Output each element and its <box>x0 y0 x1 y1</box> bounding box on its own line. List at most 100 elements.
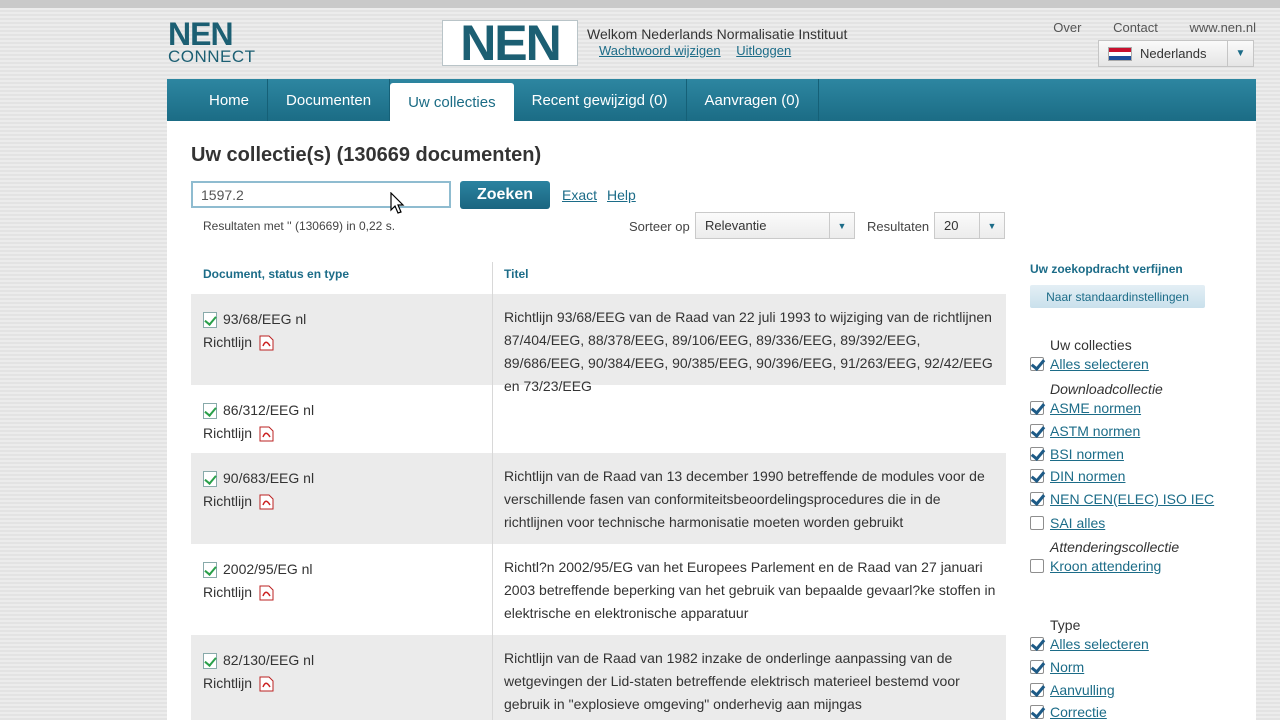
results-per-page-select[interactable]: 20 ▼ <box>934 212 1005 239</box>
document-id[interactable]: 93/68/EEG nl <box>223 308 306 331</box>
pdf-icon[interactable] <box>259 676 274 692</box>
account-links: Wachtwoord wijzigen Uitloggen <box>599 43 803 58</box>
document-type: Richtlijn <box>203 675 253 691</box>
exact-link[interactable]: Exact <box>562 187 597 203</box>
filter-link[interactable]: Norm <box>1050 659 1084 675</box>
table-row[interactable]: 82/130/EEG nl Richtlijn Richtlijn van de… <box>191 635 1006 720</box>
checkbox[interactable] <box>1030 637 1044 651</box>
table-row[interactable]: 90/683/EEG nl Richtlijn Richtlijn van de… <box>191 453 1006 544</box>
mouse-cursor-icon <box>390 192 405 214</box>
column-header-document[interactable]: Document, status en type <box>203 267 349 281</box>
filter-link[interactable]: ASTM normen <box>1050 423 1140 439</box>
document-type: Richtlijn <box>203 334 253 350</box>
document-title[interactable]: Richtlijn van de Raad van 1982 inzake de… <box>504 647 999 716</box>
checkbox[interactable] <box>1030 469 1044 483</box>
filter-norm[interactable]: Norm <box>1030 659 1084 675</box>
top-links: Over Contact www.nen.nl <box>1025 20 1256 35</box>
change-password-link[interactable]: Wachtwoord wijzigen <box>599 43 721 58</box>
filter-astm[interactable]: ASTM normen <box>1030 423 1140 439</box>
checkbox[interactable] <box>1030 660 1044 674</box>
tab-home[interactable]: Home <box>191 79 269 121</box>
document-title[interactable]: Richtl?n 2002/95/EG van het Europees Par… <box>504 556 999 625</box>
dutch-flag-icon <box>1108 46 1132 61</box>
row-doc: 2002/95/EG nl Richtlijn <box>203 558 313 604</box>
reset-defaults-button[interactable]: Naar standaardinstellingen <box>1030 285 1205 308</box>
results-per-page-value: 20 <box>944 218 959 233</box>
search-input[interactable] <box>191 181 451 208</box>
nen-logo: NEN <box>442 18 578 68</box>
language-value: Nederlands <box>1140 46 1207 61</box>
logout-link[interactable]: Uitloggen <box>736 43 791 58</box>
chevron-down-icon: ▼ <box>979 213 1004 238</box>
tab-collections[interactable]: Uw collecties <box>390 83 514 121</box>
status-valid-icon <box>203 402 217 419</box>
pdf-icon[interactable] <box>259 426 274 442</box>
page-title: Uw collectie(s) (130669 documenten) <box>191 144 542 166</box>
pdf-icon[interactable] <box>259 494 274 510</box>
status-valid-icon <box>203 470 217 487</box>
document-id[interactable]: 2002/95/EG nl <box>223 558 313 581</box>
refine-heading: Uw zoekopdracht verfijnen <box>1030 262 1183 276</box>
tab-documents[interactable]: Documenten <box>268 79 391 121</box>
document-title[interactable]: Richtlijn van de Raad van 13 december 19… <box>504 465 999 534</box>
group-label-collections: Uw collecties <box>1050 337 1132 353</box>
group-label-download: Downloadcollectie <box>1050 381 1163 397</box>
filter-link[interactable]: ASME normen <box>1050 400 1141 416</box>
column-header-title[interactable]: Titel <box>504 267 528 281</box>
filter-link[interactable]: BSI normen <box>1050 446 1124 462</box>
table-row[interactable]: 86/312/EEG nl Richtlijn <box>191 385 1006 453</box>
sort-value: Relevantie <box>705 218 767 233</box>
about-link[interactable]: Over <box>1053 20 1081 35</box>
chevron-down-icon: ▼ <box>829 213 854 238</box>
logo-subtext: CONNECT <box>168 47 256 66</box>
website-link[interactable]: www.nen.nl <box>1190 20 1256 35</box>
checkbox[interactable] <box>1030 516 1044 530</box>
filter-kroon[interactable]: Kroon attendering <box>1030 558 1161 574</box>
filter-link[interactable]: Kroon attendering <box>1050 558 1161 574</box>
document-id[interactable]: 82/130/EEG nl <box>223 649 314 672</box>
select-all-collections[interactable]: Alles selecteren <box>1030 356 1149 372</box>
nen-connect-logo[interactable]: NEN CONNECT <box>168 18 256 65</box>
select-all-link[interactable]: Alles selecteren <box>1050 356 1149 372</box>
document-type: Richtlijn <box>203 425 253 441</box>
filter-link[interactable]: Aanvulling <box>1050 682 1115 698</box>
pdf-icon[interactable] <box>259 585 274 601</box>
status-valid-icon <box>203 561 217 578</box>
sort-select[interactable]: Relevantie ▼ <box>695 212 855 239</box>
document-id[interactable]: 86/312/EEG nl <box>223 399 314 422</box>
filter-bsi[interactable]: BSI normen <box>1030 446 1124 462</box>
table-row[interactable]: 93/68/EEG nl Richtlijn Richtlijn 93/68/E… <box>191 294 1006 394</box>
table-row[interactable]: 2002/95/EG nl Richtlijn Richtl?n 2002/95… <box>191 544 1006 635</box>
document-id[interactable]: 90/683/EEG nl <box>223 467 314 490</box>
filter-asme[interactable]: ASME normen <box>1030 400 1141 416</box>
tab-recent[interactable]: Recent gewijzigd (0) <box>514 79 687 121</box>
filter-link[interactable]: DIN normen <box>1050 468 1125 484</box>
checkbox[interactable] <box>1030 424 1044 438</box>
filter-nen[interactable]: NEN CEN(ELEC) ISO IEC <box>1030 491 1214 507</box>
search-button[interactable]: Zoeken <box>460 181 550 209</box>
checkbox[interactable] <box>1030 683 1044 697</box>
column-divider <box>492 262 493 720</box>
help-link[interactable]: Help <box>607 187 636 203</box>
checkbox[interactable] <box>1030 705 1044 719</box>
checkbox[interactable] <box>1030 492 1044 506</box>
contact-link[interactable]: Contact <box>1113 20 1158 35</box>
pdf-icon[interactable] <box>259 335 274 351</box>
filter-link[interactable]: NEN CEN(ELEC) ISO IEC <box>1050 491 1214 507</box>
tab-requests[interactable]: Aanvragen (0) <box>687 79 819 121</box>
checkbox[interactable] <box>1030 357 1044 371</box>
filter-aanvulling[interactable]: Aanvulling <box>1030 682 1115 698</box>
filter-sai[interactable]: SAI alles <box>1030 515 1105 531</box>
checkbox[interactable] <box>1030 401 1044 415</box>
filter-link[interactable]: Correctie <box>1050 704 1107 720</box>
sort-label: Sorteer op <box>629 219 690 234</box>
checkbox[interactable] <box>1030 559 1044 573</box>
checkbox[interactable] <box>1030 447 1044 461</box>
language-select[interactable]: Nederlands ▼ <box>1098 40 1254 67</box>
select-all-types[interactable]: Alles selecteren <box>1030 636 1149 652</box>
filter-link[interactable]: SAI alles <box>1050 515 1105 531</box>
select-all-link[interactable]: Alles selecteren <box>1050 636 1149 652</box>
filter-correctie[interactable]: Correctie <box>1030 704 1107 720</box>
filter-din[interactable]: DIN normen <box>1030 468 1125 484</box>
row-doc: 90/683/EEG nl Richtlijn <box>203 467 314 513</box>
